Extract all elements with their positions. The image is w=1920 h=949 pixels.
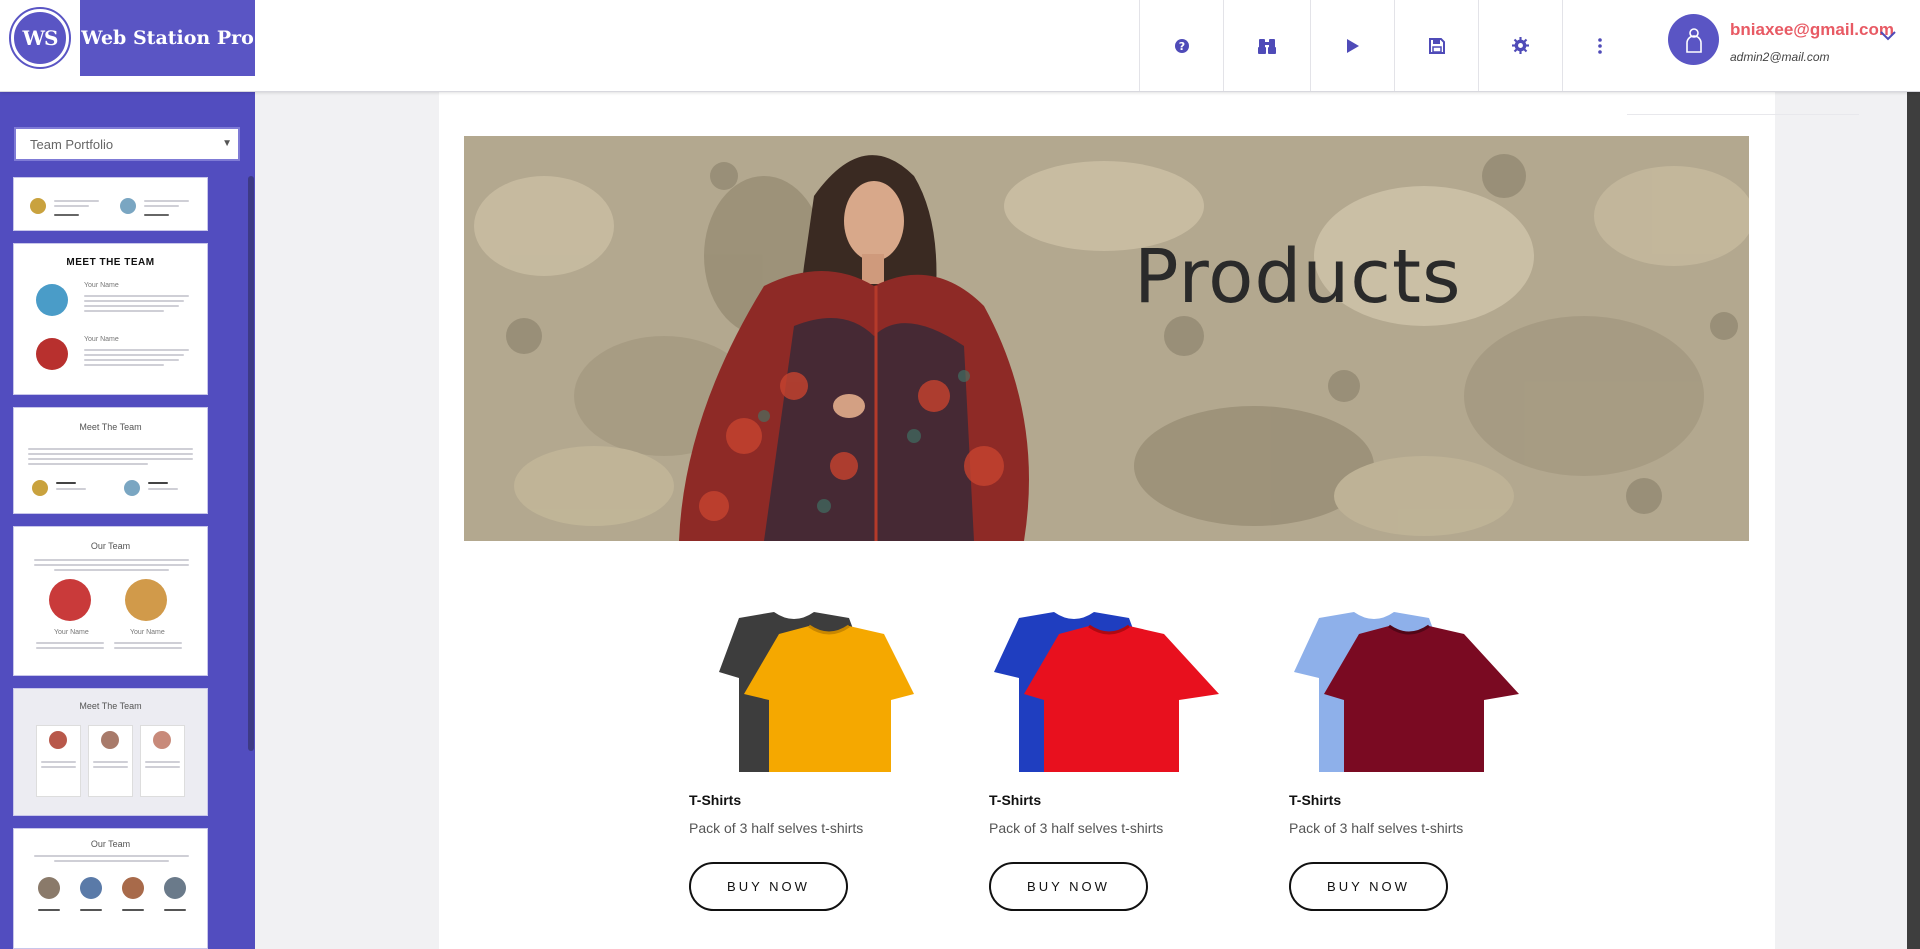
- thumbnail-title: Our Team: [90, 541, 131, 551]
- product-description: Pack of 3 half selves t-shirts: [1289, 820, 1464, 836]
- more-button[interactable]: [1562, 0, 1636, 91]
- canvas-scrollbar[interactable]: [1907, 92, 1920, 949]
- product-name: T-Shirts: [1289, 792, 1342, 808]
- buy-now-button[interactable]: BUY NOW: [689, 862, 848, 911]
- template-category-select[interactable]: Team Portfolio ▼: [14, 127, 240, 161]
- select-value: Team Portfolio: [30, 136, 114, 152]
- editor-canvas[interactable]: Products T-Shirts Pack of 3 half selves …: [439, 92, 1859, 949]
- find-button[interactable]: [1223, 0, 1310, 91]
- hero-image: [464, 136, 1749, 541]
- user-sub-email: admin2@mail.com: [1730, 50, 1830, 64]
- binoculars-icon: [1258, 38, 1276, 54]
- svg-text:?: ?: [1178, 40, 1184, 53]
- user-menu[interactable]: bniaxee@gmail.com admin2@mail.com: [1636, 0, 1920, 91]
- avatar[interactable]: [1668, 14, 1719, 65]
- preview-button[interactable]: [1310, 0, 1394, 91]
- thumbnail-title: Meet The Team: [79, 701, 142, 711]
- divider: [1627, 114, 1859, 115]
- product-description: Pack of 3 half selves t-shirts: [989, 820, 1164, 836]
- logo-mark: WS: [9, 7, 71, 69]
- chevron-down-icon: [1880, 31, 1896, 41]
- product-image: [719, 612, 914, 772]
- help-button[interactable]: ?: [1139, 0, 1223, 91]
- user-email: bniaxee@gmail.com: [1730, 20, 1894, 39]
- sidebar: Team Portfolio ▼ MEET THE TEAM Your Name…: [0, 76, 255, 949]
- buy-now-button[interactable]: BUY NOW: [989, 862, 1148, 911]
- thumbnail-title: MEET THE TEAM: [66, 257, 155, 268]
- product-image: [1294, 612, 1519, 772]
- template-thumbnail[interactable]: Meet The Team: [13, 407, 208, 514]
- more-icon: [1597, 37, 1602, 54]
- thumbnail-title: Our Team: [90, 839, 131, 849]
- thumbnail-title: Meet The Team: [79, 422, 142, 432]
- buy-now-button[interactable]: BUY NOW: [1289, 862, 1448, 911]
- template-thumbnail[interactable]: Our Team: [13, 828, 208, 949]
- caret-down-icon: ▼: [222, 138, 232, 149]
- user-menu-toggle[interactable]: [1880, 28, 1896, 46]
- gear-icon: [1512, 37, 1529, 54]
- template-thumbnail[interactable]: MEET THE TEAM Your Name Your Name: [13, 243, 208, 395]
- product-image: [994, 612, 1219, 772]
- product-name: T-Shirts: [989, 792, 1042, 808]
- brand-name: Web Station Pro: [80, 0, 255, 76]
- template-thumbnail[interactable]: Meet The Team: [13, 688, 208, 816]
- play-icon: [1346, 38, 1359, 53]
- top-bar: WS Web Station Pro ? bniaxee@gmail.com a…: [0, 0, 1920, 92]
- template-thumbnail[interactable]: [13, 177, 208, 231]
- template-thumbnail[interactable]: Our Team Your Name Your Name: [13, 526, 208, 676]
- help-icon: ?: [1174, 38, 1189, 53]
- hero-title[interactable]: Products: [1134, 234, 1462, 320]
- hero-banner[interactable]: Products: [464, 136, 1749, 541]
- product-description: Pack of 3 half selves t-shirts: [689, 820, 864, 836]
- save-button[interactable]: [1394, 0, 1478, 91]
- sidebar-scrollbar[interactable]: [248, 176, 254, 751]
- settings-button[interactable]: [1478, 0, 1562, 91]
- product-name: T-Shirts: [689, 792, 742, 808]
- user-icon: [1685, 27, 1702, 53]
- logo[interactable]: WS: [0, 0, 80, 76]
- save-icon: [1428, 37, 1445, 54]
